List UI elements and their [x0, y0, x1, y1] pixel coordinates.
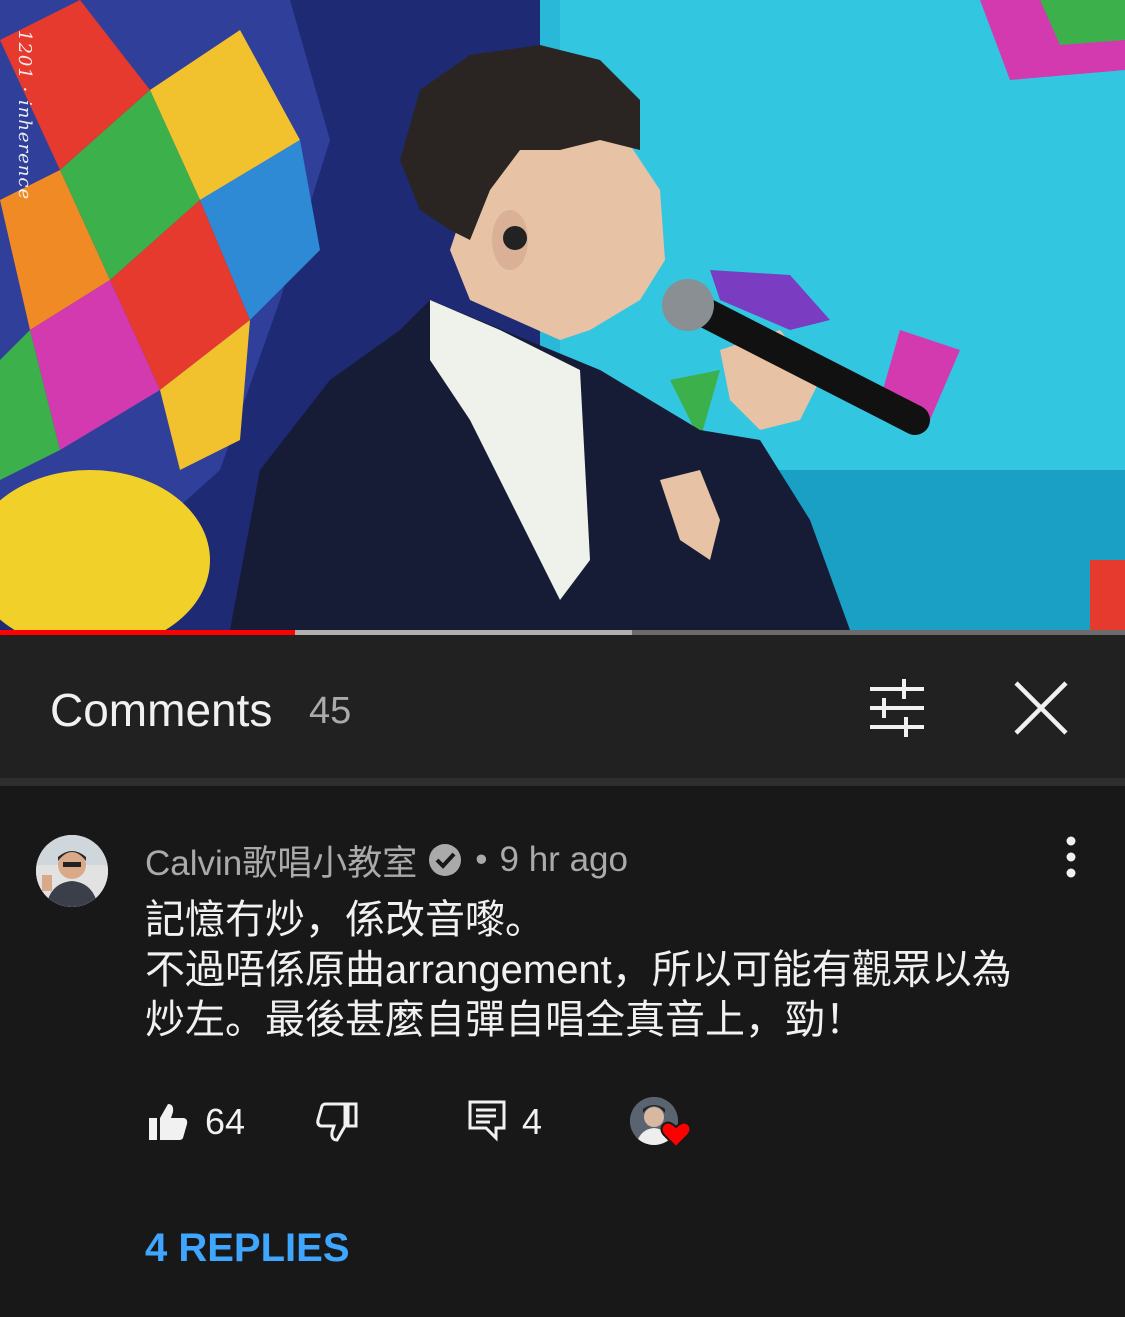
comment-meta: Calvin歌唱小教室 • 9 hr ago: [145, 838, 628, 883]
close-icon: [1014, 681, 1068, 735]
meta-separator: •: [475, 840, 488, 879]
comment-text-line: 炒左。最後甚麼自彈自唱全真音上，勁！: [145, 998, 865, 1042]
comment-text-line: 不過唔係原曲arrangement，所以可能有觀眾以為: [145, 948, 1012, 992]
comments-count: 45: [309, 690, 352, 732]
video-frame: [0, 0, 1125, 635]
thumbs-down-icon: [316, 1102, 358, 1142]
reply-comment-icon: [468, 1100, 506, 1142]
heart-icon: [660, 1121, 692, 1149]
verified-check-icon: [429, 844, 462, 876]
comment-text-line: 記憶冇炒，係改音嚟。: [145, 898, 545, 942]
author-avatar[interactable]: [36, 835, 108, 907]
close-comments-button[interactable]: [1004, 671, 1078, 745]
comment-text: 記憶冇炒，係改音嚟。 不過唔係原曲arrangement，所以可能有觀眾以為 炒…: [145, 895, 1105, 1045]
reply-button[interactable]: [466, 1098, 508, 1142]
comment-timestamp: 9 hr ago: [499, 840, 628, 879]
sort-comments-button[interactable]: [860, 675, 934, 741]
more-vert-icon: [1066, 836, 1076, 878]
comment-author-name[interactable]: Calvin歌唱小教室: [145, 835, 417, 886]
video-player[interactable]: 1201 · inherence: [0, 0, 1125, 635]
video-watermark: 1201 · inherence: [14, 30, 35, 201]
header-divider: [0, 778, 1125, 786]
like-button[interactable]: [146, 1100, 190, 1144]
thumbs-up-icon: [149, 1104, 188, 1140]
author-avatar-image: [36, 835, 108, 907]
dislike-button[interactable]: [315, 1100, 359, 1144]
comments-title: Comments: [50, 684, 273, 736]
comments-header: Comments 45: [0, 635, 1125, 778]
like-count: 64: [205, 1101, 246, 1142]
comment-more-button[interactable]: [1050, 836, 1092, 878]
reply-count: 4: [522, 1101, 543, 1142]
sort-filter-icon: [870, 679, 924, 737]
view-replies-link[interactable]: 4 REPLIES: [145, 1226, 350, 1271]
creator-heart-badge: [630, 1097, 692, 1153]
